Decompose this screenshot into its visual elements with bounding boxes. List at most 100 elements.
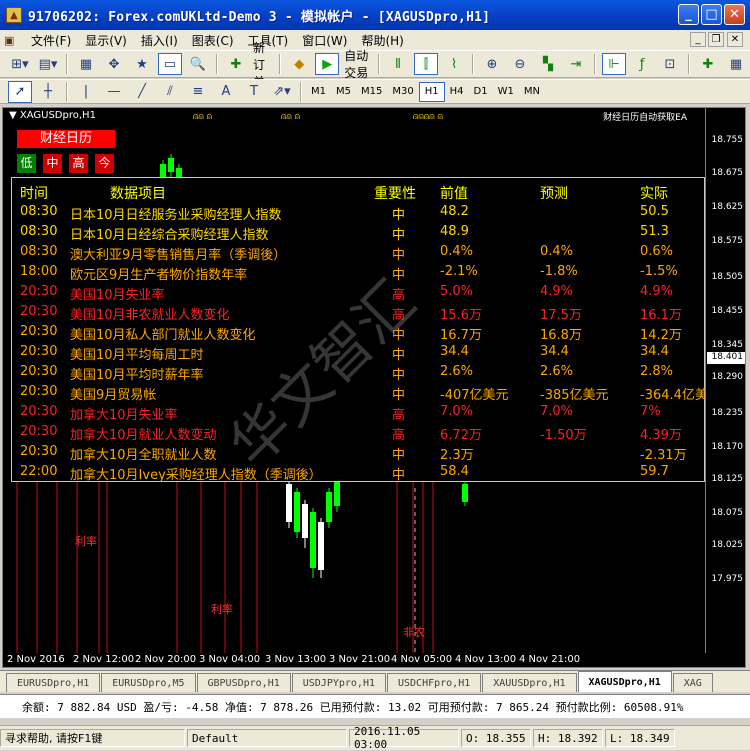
calendar-cell-importance: 高 — [392, 408, 406, 423]
timeframe-m15[interactable]: M15 — [356, 82, 387, 102]
zoom-in-icon[interactable]: ⊕ — [480, 53, 504, 75]
market-watch-icon[interactable]: ▦ — [74, 53, 98, 75]
menu-file[interactable]: 文件(F) — [24, 32, 78, 49]
chart-symbol: XAGUSDpro,H1 — [19, 110, 96, 121]
maximize-button[interactable]: □ — [701, 4, 722, 25]
fibonacci-icon[interactable]: ≡ — [186, 81, 210, 103]
filter-high-button[interactable]: 高 — [69, 154, 88, 173]
horizontal-line-icon[interactable]: — — [102, 81, 126, 103]
mdi-minimize-button[interactable]: _ — [690, 32, 706, 47]
calendar-cell-item: 美国10月私人部门就业人数变化 — [70, 328, 256, 343]
crosshair-icon[interactable]: ┼ — [36, 81, 60, 103]
templates-icon[interactable]: ▦ — [724, 53, 748, 75]
calendar-cell-actual: 2.8% — [640, 364, 674, 379]
chart-tab[interactable]: USDJPYpro,H1 — [291, 673, 386, 692]
chart-annotation: 非农 — [403, 626, 425, 639]
chart-tab[interactable]: XAGUSDpro,H1 — [577, 671, 672, 692]
calendar-cell-time: 20:30 — [20, 424, 58, 439]
mdi-close-button[interactable]: ✕ — [727, 32, 743, 47]
timeframe-m1[interactable]: M1 — [306, 82, 331, 102]
line-chart-icon[interactable]: ⌇ — [442, 53, 466, 75]
price-tick: 18.125 — [711, 474, 744, 484]
bar-chart-icon[interactable]: ⫴ — [386, 53, 410, 75]
chart-tab[interactable]: USDCHFpro,H1 — [387, 673, 482, 692]
chart-window[interactable]: ▼ XAGUSDpro,H1 财经日历自动获取EA ⍝⍝ ⍝ ⍝⍝ ⍝ ⍝⍝⍝⍝… — [2, 107, 746, 668]
header-importance: 重要性 — [374, 186, 416, 202]
zoom-out-icon[interactable]: ⊖ — [508, 53, 532, 75]
calendar-cell-previous: 16.7万 — [440, 328, 482, 343]
chart-symbol-label: ▼ XAGUSDpro,H1 — [9, 110, 96, 121]
status-bar: 寻求帮助, 请按F1键 Default 2016.11.05 03:00 O: … — [0, 725, 750, 751]
new-chart-icon[interactable]: ⊞▾ — [8, 53, 32, 75]
menu-help[interactable]: 帮助(H) — [354, 32, 410, 49]
calendar-cell-time: 08:30 — [20, 204, 58, 219]
calendar-cell-item: 日本10月日经综合采购经理人指数 — [70, 228, 269, 243]
terminal-icon[interactable]: ▭ — [158, 53, 182, 75]
new-order-icon[interactable]: ✚ — [224, 53, 248, 75]
menu-view[interactable]: 显示(V) — [78, 32, 134, 49]
calendar-cell-forecast: 7.0% — [540, 404, 574, 419]
menu-charts[interactable]: 图表(C) — [185, 32, 241, 49]
calendar-cell-previous: 6.72万 — [440, 428, 482, 443]
tile-windows-icon[interactable]: ▚ — [536, 53, 560, 75]
data-window-icon[interactable]: ✥ — [102, 53, 126, 75]
channel-icon[interactable]: ⫽ — [158, 81, 182, 103]
auto-scroll-icon[interactable]: ⇥ — [564, 53, 588, 75]
close-button[interactable]: ✕ — [724, 4, 745, 25]
arrows-icon[interactable]: ⇗▾ — [270, 81, 294, 103]
title-bar[interactable]: ▲ 91706202: Forex.comUKLtd-Demo 3 - 模拟帐户… — [0, 0, 750, 30]
candle-body — [168, 158, 174, 172]
mdi-restore-button[interactable]: ❐ — [708, 32, 724, 47]
calendar-cell-previous: 0.4% — [440, 244, 474, 259]
timeframe-w1[interactable]: W1 — [493, 82, 519, 102]
chart-tabs: EURUSDpro,H1 EURUSDpro,M5 GBPUSDpro,H1 USDJ… — [0, 670, 750, 692]
calendar-cell-importance: 高 — [392, 428, 406, 443]
candlestick-icon[interactable]: ⫿ — [414, 53, 438, 75]
chart-tab[interactable]: XAUUSDpro,H1 — [482, 673, 577, 692]
chart-tab[interactable]: GBPUSDpro,H1 — [196, 673, 291, 692]
timeframe-h4[interactable]: H4 — [445, 82, 469, 102]
text-icon[interactable]: A — [214, 81, 238, 103]
auto-trading-button[interactable]: 自动交易 — [344, 47, 374, 81]
periods-icon[interactable]: ⊡ — [658, 53, 682, 75]
vertical-line-icon[interactable]: | — [74, 81, 98, 103]
chart-tab[interactable]: XAG — [672, 673, 713, 692]
calendar-cell-previous: 48.9 — [440, 224, 469, 239]
filter-today-button[interactable]: 今 — [95, 154, 114, 173]
strategy-tester-icon[interactable]: 🔍 — [186, 53, 210, 75]
menu-window[interactable]: 窗口(W) — [295, 32, 354, 49]
chart-tab[interactable]: EURUSDpro,H1 — [6, 673, 101, 692]
calendar-cell-previous: -407亿美元 — [440, 388, 509, 403]
calendar-cell-actual: 4.39万 — [640, 428, 682, 443]
header-item: 数据项目 — [110, 186, 166, 202]
indicators-icon[interactable]: ƒ — [630, 53, 654, 75]
timeframe-m5[interactable]: M5 — [331, 82, 356, 102]
bar-open: O: 18.355 — [461, 729, 531, 747]
cursor-icon[interactable]: ➚ — [8, 80, 32, 103]
calendar-cell-forecast: 16.8万 — [540, 328, 582, 343]
calendar-cell-item: 澳大利亚9月零售销售月率（季调後） — [70, 248, 287, 263]
document-icon: ▣ — [4, 33, 15, 47]
timeframe-mn[interactable]: MN — [519, 82, 545, 102]
timeframe-d1[interactable]: D1 — [469, 82, 493, 102]
navigator-icon[interactable]: ★ — [130, 53, 154, 75]
minimize-button[interactable]: _ — [678, 4, 699, 25]
timeframe-h1[interactable]: H1 — [418, 81, 445, 102]
chart-tab[interactable]: EURUSDpro,M5 — [101, 673, 196, 692]
calendar-cell-item: 美国10月平均每周工时 — [70, 348, 204, 363]
calendar-button[interactable]: 财经日历 — [17, 130, 115, 148]
add-indicator-icon[interactable]: ✚ — [696, 53, 720, 75]
calendar-cell-previous: 5.0% — [440, 284, 474, 299]
menu-insert[interactable]: 插入(I) — [134, 32, 185, 49]
metaeditor-icon[interactable]: ◆ — [287, 53, 311, 75]
help-text: 寻求帮助, 请按F1键 — [0, 729, 185, 747]
filter-medium-button[interactable]: 中 — [43, 154, 62, 173]
auto-trading-icon[interactable]: ▶ — [315, 53, 340, 75]
trendline-icon[interactable]: ╱ — [130, 81, 154, 103]
calendar-cell-previous: -2.1% — [440, 264, 478, 279]
chart-shift-icon[interactable]: ⊩ — [602, 53, 626, 75]
timeframe-m30[interactable]: M30 — [387, 82, 418, 102]
filter-low-button[interactable]: 低 — [17, 154, 36, 173]
profiles-icon[interactable]: ▤▾ — [36, 53, 60, 75]
label-icon[interactable]: T — [242, 81, 266, 103]
